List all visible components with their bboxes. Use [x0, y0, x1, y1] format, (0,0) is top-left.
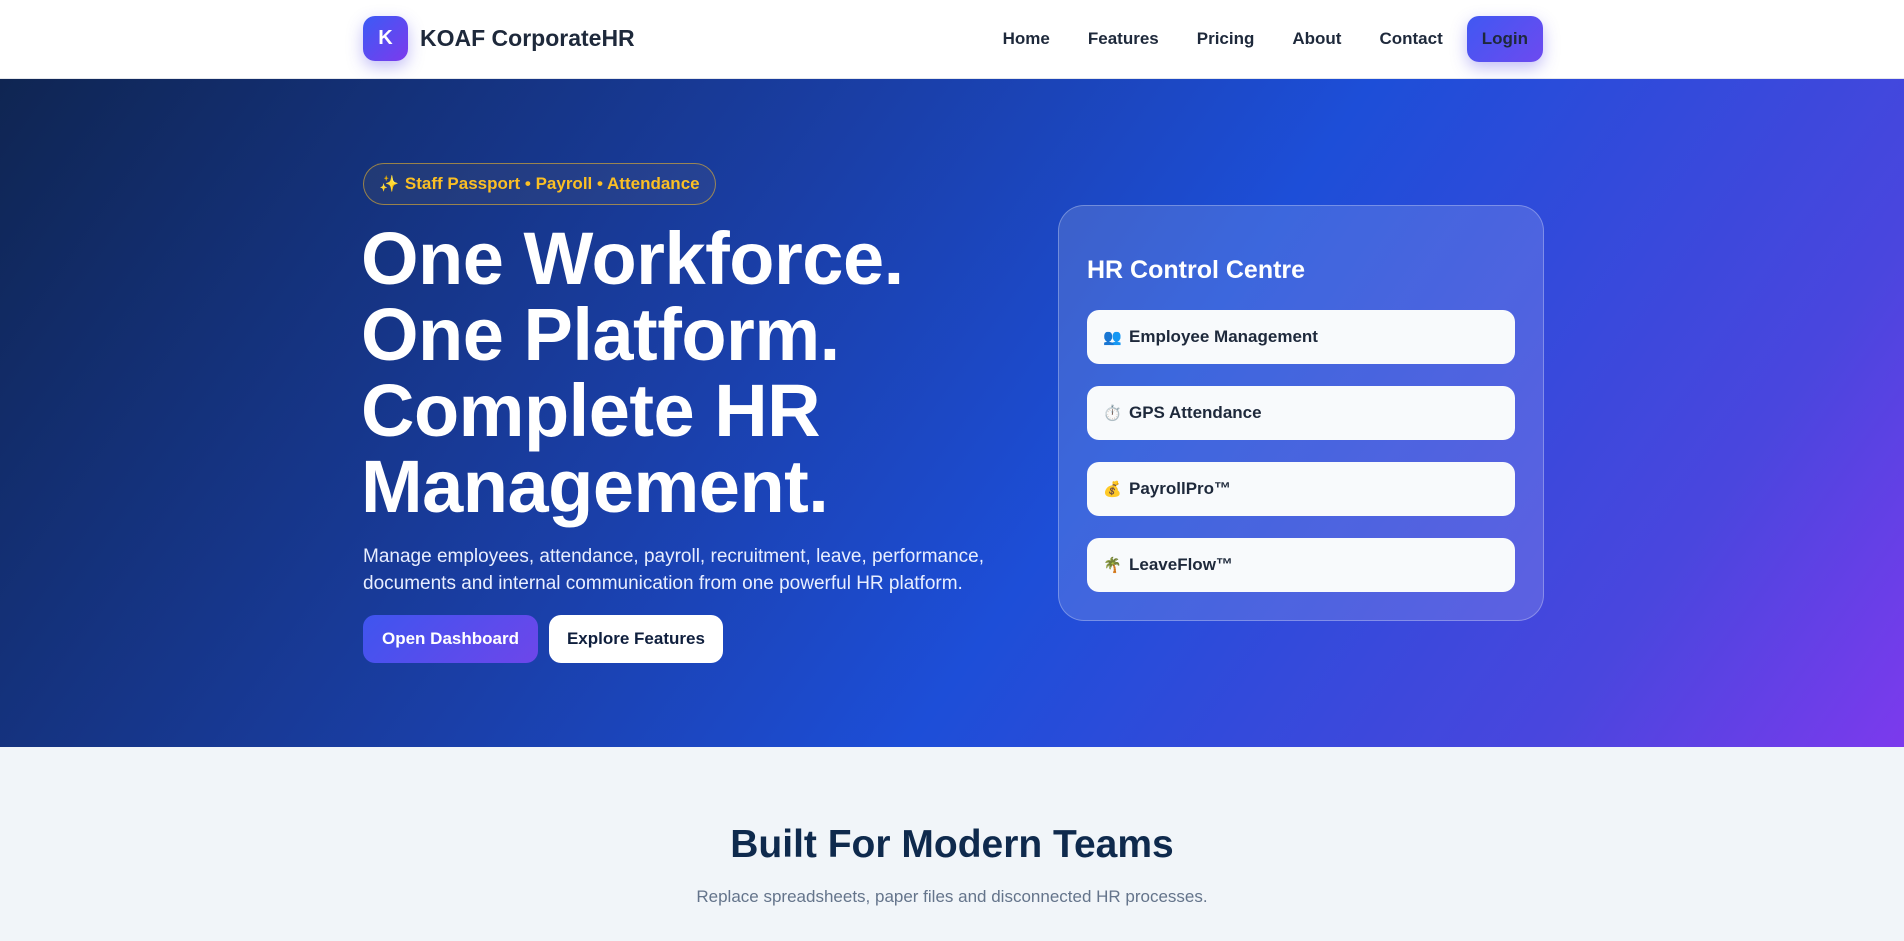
headline-line-4: Management.: [361, 445, 829, 528]
features-intro-section: Built For Modern Teams Replace spreadshe…: [0, 747, 1904, 941]
brand-logo: K: [363, 16, 408, 61]
nav-link-contact[interactable]: Contact: [1379, 29, 1442, 49]
stopwatch-icon: ⏱️: [1103, 405, 1122, 422]
panel-item-label: Employee Management: [1129, 327, 1318, 346]
hero-actions: Open Dashboard Explore Features: [363, 615, 723, 663]
brand-name: KOAF CorporateHR: [420, 25, 635, 51]
headline-line-1: One Workforce.: [361, 217, 904, 300]
headline-line-3: Complete HR: [361, 369, 821, 452]
login-button[interactable]: Login: [1466, 16, 1543, 62]
hero-section: ✨ Staff Passport • Payroll • Attendance …: [0, 79, 1904, 747]
open-dashboard-button[interactable]: Open Dashboard: [363, 615, 538, 663]
hero-badge-text: Staff Passport • Payroll • Attendance: [404, 174, 700, 193]
panel-item-label: GPS Attendance: [1129, 403, 1262, 422]
top-navbar: K KOAF CorporateHR Home Features Pricing…: [0, 0, 1904, 79]
hero-subtitle: Manage employees, attendance, payroll, r…: [363, 546, 984, 594]
panel-item-payrollpro[interactable]: 💰 PayrollPro™: [1087, 462, 1515, 516]
sparkles-icon: ✨: [379, 176, 399, 193]
hero-headline: One Workforce. One Platform. Complete HR…: [361, 221, 981, 525]
brand[interactable]: K KOAF CorporateHR: [363, 16, 635, 61]
nav-link-pricing[interactable]: Pricing: [1197, 29, 1255, 49]
nav-link-about[interactable]: About: [1292, 29, 1341, 49]
section-subtitle: Replace spreadsheets, paper files and di…: [696, 887, 1208, 906]
nav-link-features[interactable]: Features: [1088, 29, 1159, 49]
panel-item-label: LeaveFlow™: [1129, 555, 1233, 574]
panel-item-label: PayrollPro™: [1129, 479, 1232, 498]
panel-item-leaveflow[interactable]: 🌴 LeaveFlow™: [1087, 538, 1515, 592]
section-title: Built For Modern Teams: [730, 823, 1174, 866]
explore-features-button[interactable]: Explore Features: [548, 615, 723, 663]
hr-control-centre-panel: HR Control Centre 👥 Employee Management …: [1058, 205, 1544, 621]
panel-item-gps-attendance[interactable]: ⏱️ GPS Attendance: [1087, 386, 1515, 440]
panel-item-employee-management[interactable]: 👥 Employee Management: [1087, 310, 1515, 364]
headline-line-2: One Platform.: [361, 293, 840, 376]
money-bag-icon: 💰: [1103, 481, 1122, 498]
hero-badge: ✨ Staff Passport • Payroll • Attendance: [363, 163, 716, 205]
nav-link-home[interactable]: Home: [1003, 29, 1050, 49]
palm-tree-icon: 🌴: [1103, 557, 1122, 574]
people-icon: 👥: [1103, 329, 1122, 346]
panel-title: HR Control Centre: [1087, 256, 1306, 284]
main-nav: Home Features Pricing About Contact Logi…: [1003, 16, 1543, 62]
